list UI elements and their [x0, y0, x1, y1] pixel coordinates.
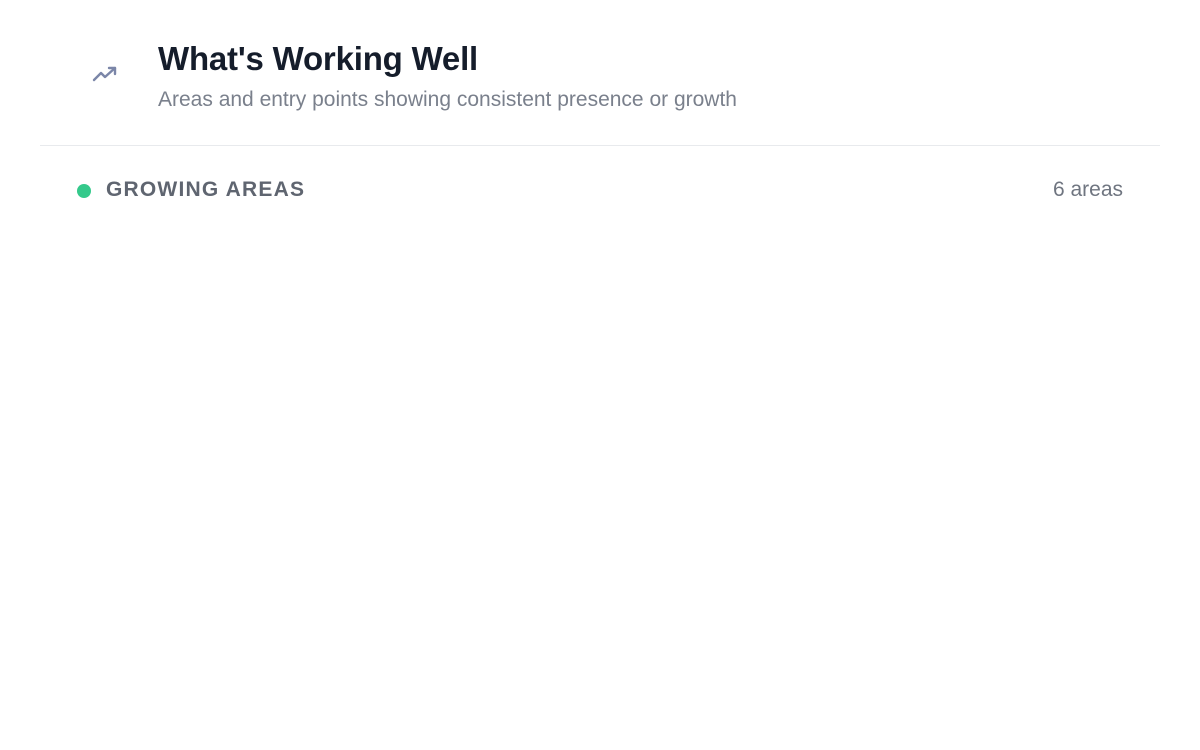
panel-header: What's Working Well Areas and entry poin… [40, 0, 1160, 146]
whats-working-well-panel: What's Working Well Areas and entry poin… [0, 0, 1200, 750]
growing-status-dot [77, 184, 91, 198]
trending-up-icon [90, 63, 122, 87]
growing-areas-label: GROWING AREAS [106, 178, 306, 201]
panel-subtitle: Areas and entry points showing consisten… [158, 88, 737, 111]
growing-areas-count: 6 areas [1052, 178, 1123, 201]
growing-areas-row: GROWING AREAS 6 areas [40, 170, 1160, 210]
panel-title: What's Working Well [158, 40, 479, 77]
